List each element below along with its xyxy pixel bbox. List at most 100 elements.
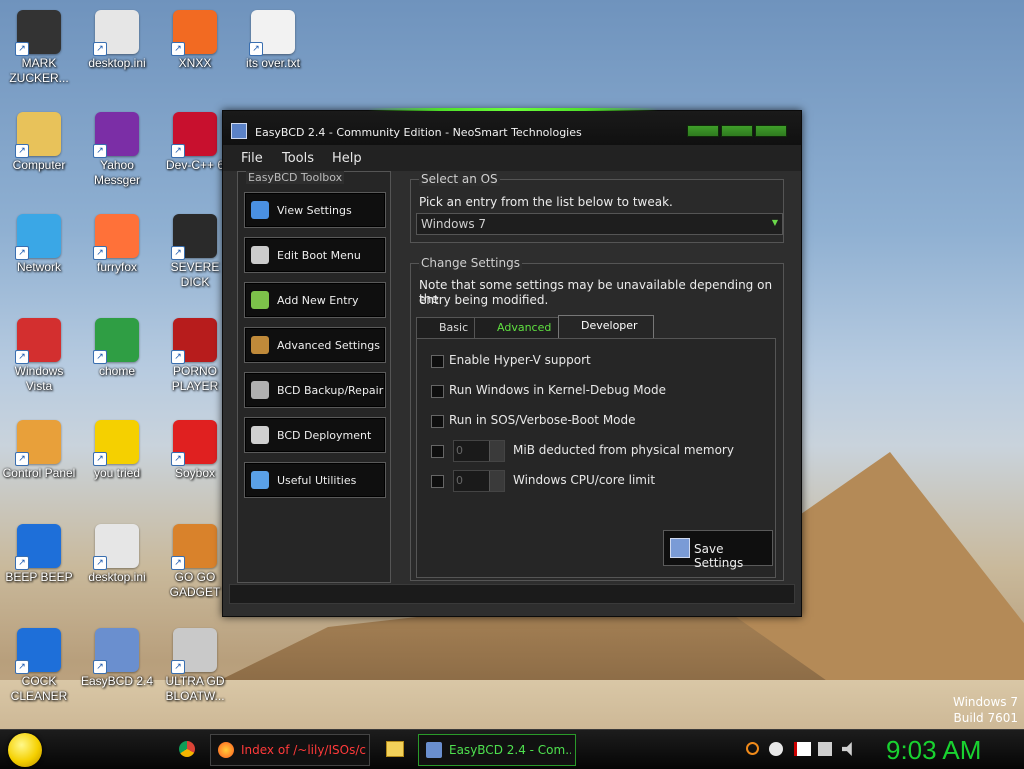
verbose-boot-checkbox[interactable]	[431, 415, 444, 428]
messenger-tray-icon[interactable]	[769, 742, 783, 756]
desktop-icon-item[interactable]: ↗ chome	[78, 318, 156, 379]
window-title: EasyBCD 2.4 - Community Edition - NeoSma…	[255, 126, 582, 139]
save-settings-label: Save Settings	[694, 542, 744, 570]
taskbar-item-easybcd-label: EasyBCD 2.4 - Com...	[449, 743, 571, 757]
desktop-icon-item[interactable]: ↗ its over.txt	[234, 10, 312, 71]
close-button[interactable]	[755, 125, 787, 137]
hyperv-label: Enable Hyper-V support	[449, 353, 591, 367]
menu-file[interactable]: File	[241, 151, 263, 166]
firefox-icon: ↗	[93, 214, 139, 260]
cpu-limit-stepper[interactable]: 0	[453, 470, 505, 492]
start-button-smiley-icon[interactable]	[8, 733, 42, 767]
sd-card-icon: ↗	[171, 214, 217, 260]
shortcut-arrow-icon: ↗	[93, 42, 107, 56]
hyperv-checkbox[interactable]	[431, 355, 444, 368]
status-bar	[229, 584, 795, 604]
select-os-hint: Pick an entry from the list below to twe…	[419, 195, 673, 209]
desktop-icon-item[interactable]: ↗ desktop.ini	[78, 524, 156, 585]
shortcut-arrow-icon: ↗	[15, 42, 29, 56]
minimize-button[interactable]	[687, 125, 719, 137]
select-os-caption: Select an OS	[419, 172, 500, 186]
chevron-down-icon: ▼	[771, 218, 778, 227]
shortcut-arrow-icon: ↗	[171, 452, 185, 466]
desktop-icon-label: Windows Vista	[14, 364, 64, 393]
memory-limit-stepper[interactable]: 0	[453, 440, 505, 462]
memory-limit-checkbox[interactable]	[431, 445, 444, 458]
kernel-debug-checkbox[interactable]	[431, 385, 444, 398]
tab-advanced[interactable]: Advanced	[474, 317, 566, 339]
toolbox-button-label: Edit Boot Menu	[277, 249, 361, 262]
menu-tools[interactable]: Tools	[282, 151, 314, 166]
desktop-icon-item[interactable]: ↗ Yahoo Messger	[78, 112, 156, 188]
maximize-button[interactable]	[721, 125, 753, 137]
watermark-line1: Windows 7	[952, 695, 1018, 709]
toolbox-panel: EasyBCD Toolbox View Settings Edit Boot M…	[237, 171, 391, 583]
shortcut-arrow-icon: ↗	[15, 350, 29, 364]
shortcut-arrow-icon: ↗	[249, 42, 263, 56]
tools-icon	[251, 246, 269, 264]
desktop-icon-item[interactable]: ↗ Computer	[0, 112, 78, 173]
devcpp-icon: ↗	[171, 112, 217, 158]
desktop-icon-label: Network	[16, 260, 61, 274]
toolbox-button[interactable]: BCD Deployment	[244, 417, 386, 453]
stepper-arrows-icon[interactable]	[489, 471, 504, 491]
chrome-pinned-icon[interactable]	[179, 741, 195, 757]
desktop-icon-label: desktop.ini	[88, 56, 146, 70]
toolbox-button-label: Advanced Settings	[277, 339, 380, 352]
easybcd-icon	[426, 742, 442, 758]
desktop-icon-item[interactable]: ↗ ULTRA GD BLOATW...	[156, 628, 234, 704]
watermark-line2: Build 7601	[953, 711, 1018, 725]
desktop-icon-item[interactable]: ↗ MARK ZUCKER...	[0, 10, 78, 86]
window-icon	[251, 471, 269, 489]
cpu-limit-checkbox[interactable]	[431, 475, 444, 488]
xampp-icon: ↗	[171, 10, 217, 56]
search-icon[interactable]	[746, 742, 759, 755]
os-select-dropdown[interactable]: Windows 7 ▼	[416, 213, 783, 235]
toolbox-button[interactable]: Useful Utilities	[244, 462, 386, 498]
shortcut-arrow-icon: ↗	[171, 246, 185, 260]
desktop-icon-item[interactable]: ↗ Network	[0, 214, 78, 275]
desktop-icon-item[interactable]: ↗ desktop.ini	[78, 10, 156, 71]
add-gear-icon	[251, 291, 269, 309]
network-tray-icon[interactable]	[818, 742, 832, 756]
recycle-bin-icon: ↗	[15, 318, 61, 364]
volume-icon[interactable]	[842, 742, 852, 756]
desktop-icon-item[interactable]: ↗ BEEP BEEP	[0, 524, 78, 585]
person-icon: ↗	[15, 10, 61, 56]
toolbox-button[interactable]: Edit Boot Menu	[244, 237, 386, 273]
desktop-icon-label: furryfox	[96, 260, 137, 274]
desktop-icon-label: Yahoo Messger	[93, 158, 140, 187]
action-center-flag-icon[interactable]	[794, 742, 811, 756]
toolbox-button[interactable]: View Settings	[244, 192, 386, 228]
desktop-icon-item[interactable]: ↗ EasyBCD 2.4	[78, 628, 156, 689]
save-settings-button[interactable]: Save Settings	[663, 530, 773, 570]
taskbar-item-firefox[interactable]: Index of /~lily/ISOs/cr...	[210, 734, 370, 766]
tab-developer-label: Developer	[581, 319, 638, 332]
desktop-icon-item[interactable]: ↗ furryfox	[78, 214, 156, 275]
desktop-icon-item[interactable]: ↗ you tried	[78, 420, 156, 481]
title-bar[interactable]: EasyBCD 2.4 - Community Edition - NeoSma…	[223, 111, 801, 145]
toolbox-button[interactable]: Add New Entry	[244, 282, 386, 318]
explorer-pinned-icon[interactable]	[386, 741, 404, 757]
os-select-value: Windows 7	[421, 217, 487, 231]
toolbox-button[interactable]: Advanced Settings	[244, 327, 386, 363]
desktop-icon-item[interactable]: ↗ Control Panel	[0, 420, 78, 481]
floppy-disk-icon	[670, 538, 690, 558]
menu-help[interactable]: Help	[332, 151, 362, 166]
shortcut-arrow-icon: ↗	[93, 350, 107, 364]
clock[interactable]: 9:03 AM	[886, 735, 981, 766]
easybcd-icon: ↗	[93, 628, 139, 674]
shortcut-arrow-icon: ↗	[171, 144, 185, 158]
select-os-group: Select an OS Pick an entry from the list…	[410, 172, 784, 243]
desktop-icon-item[interactable]: ↗ COCK CLEANER	[0, 628, 78, 704]
toolbox-button-label: Add New Entry	[277, 294, 359, 307]
menu-bar: File Tools Help	[223, 145, 801, 171]
shortcut-arrow-icon: ↗	[171, 556, 185, 570]
toolbox-button[interactable]: BCD Backup/Repair	[244, 372, 386, 408]
desktop-icon-item[interactable]: ↗ Windows Vista	[0, 318, 78, 394]
desktop-icon-item[interactable]: ↗ XNXX	[156, 10, 234, 71]
stepper-arrows-icon[interactable]	[489, 441, 504, 461]
tab-developer[interactable]: Developer	[558, 315, 654, 338]
taskbar-item-easybcd[interactable]: EasyBCD 2.4 - Com...	[418, 734, 576, 766]
taskbar-item-firefox-label: Index of /~lily/ISOs/cr...	[241, 743, 367, 757]
